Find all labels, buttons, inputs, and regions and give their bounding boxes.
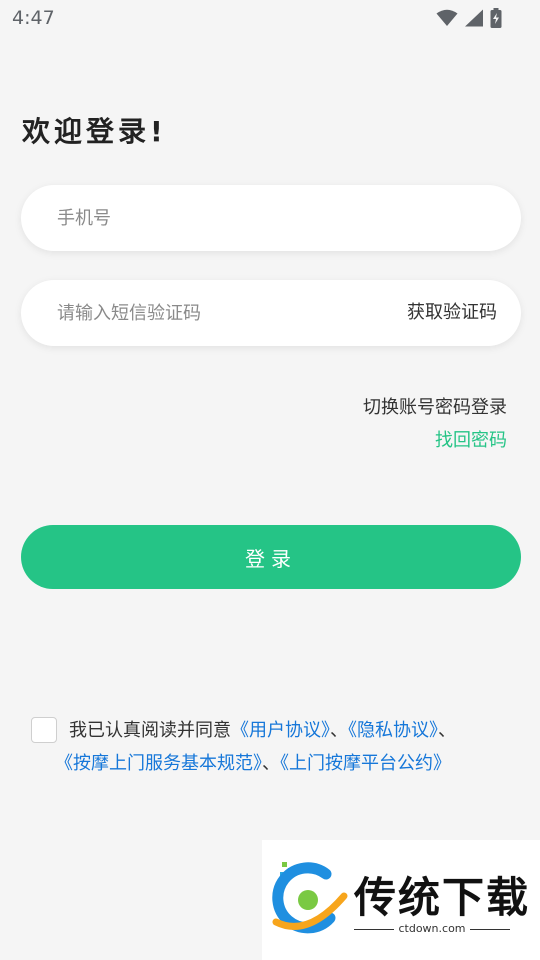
agreement-separator: 、 [330,720,348,741]
wifi-icon [436,9,458,26]
login-button[interactable]: 登录 [21,525,521,589]
status-time: 4:47 [12,7,55,29]
user-agreement-link[interactable]: 《用户协议》 [231,720,330,741]
watermark: 传统下载 ctdown.com [262,840,540,960]
agree-checkbox[interactable] [31,717,57,743]
sms-code-input[interactable] [57,280,377,346]
agreement-separator: 、 [438,720,456,741]
watermark-url: ctdown.com [354,922,510,935]
platform-convention-link[interactable]: 《上门按摩平台公约》 [280,753,451,774]
forgot-password-link[interactable]: 找回密码 [435,426,507,452]
get-code-button[interactable]: 获取验证码 [407,280,497,346]
status-icons [436,7,502,29]
welcome-title: 欢迎登录! [22,115,167,148]
ctdown-logo-icon [272,862,348,934]
agreement-line-1: 我已认真阅读并同意《用户协议》、《隐私协议》、 [69,716,456,742]
agreement-line-2: 《按摩上门服务基本规范》、《上门按摩平台公约》 [55,749,451,775]
watermark-title: 传统下载 [354,873,531,922]
phone-field[interactable] [21,185,521,251]
login-screen: 4:47 欢迎登录! 获取验证码 切换账号密码登录 找回密码 登录 我已认真阅读… [0,0,540,960]
signal-icon [465,9,483,27]
agreement-separator: 、 [262,753,280,774]
phone-input[interactable] [57,185,377,251]
privacy-agreement-link[interactable]: 《隐私协议》 [348,720,438,741]
massage-service-norms-link[interactable]: 《按摩上门服务基本规范》 [55,753,262,774]
status-bar: 4:47 [0,0,540,38]
switch-password-login-link[interactable]: 切换账号密码登录 [363,393,507,419]
battery-charging-icon [490,8,502,28]
sms-code-field[interactable]: 获取验证码 [21,280,521,346]
agreement-prefix: 我已认真阅读并同意 [69,720,231,741]
